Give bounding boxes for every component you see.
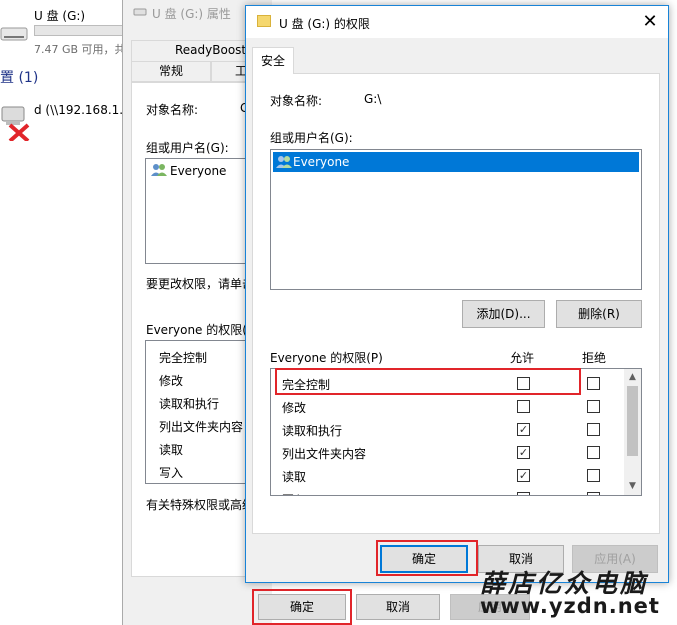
- permission-name: 写入: [282, 491, 306, 495]
- highlight-ok: [376, 540, 478, 576]
- allow-checkbox[interactable]: ✓: [517, 423, 530, 436]
- watermark-url: www.yzdn.net: [480, 594, 660, 618]
- folder-icon: [257, 15, 271, 27]
- permissions-dialog-title: U 盘 (G:) 的权限: [279, 17, 370, 31]
- permission-row: 写入: [271, 487, 623, 495]
- permissions-dialog: U 盘 (G:) 的权限 ✕ 安全 对象名称: G:\ 组或用户名(G): Ev…: [245, 5, 669, 583]
- scroll-up-icon[interactable]: ▲: [624, 369, 641, 386]
- drive-usage-bar: [34, 25, 129, 36]
- deny-checkbox[interactable]: [587, 446, 600, 459]
- deny-checkbox[interactable]: [587, 400, 600, 413]
- scroll-down-icon[interactable]: ▼: [624, 478, 641, 495]
- permission-list-folder: 列出文件夹内容: [159, 420, 244, 434]
- groups-label: 组或用户名(G):: [146, 141, 229, 155]
- allow-checkbox[interactable]: [517, 492, 530, 495]
- permission-row: 修改: [271, 395, 623, 418]
- permission-row: 读取和执行 ✓: [271, 418, 623, 441]
- tab-general[interactable]: 常规: [131, 61, 211, 82]
- object-name-label: 对象名称:: [270, 94, 323, 108]
- deny-checkbox[interactable]: [587, 377, 600, 390]
- groups-list[interactable]: Everyone: [270, 149, 642, 290]
- change-permissions-hint: 要更改权限，请单击: [146, 277, 255, 291]
- allow-column-header: 允许: [510, 351, 535, 365]
- group-item-everyone[interactable]: Everyone: [273, 152, 639, 172]
- drive-icon: [133, 8, 147, 16]
- deny-checkbox[interactable]: [587, 423, 600, 436]
- remove-button[interactable]: 删除(R): [556, 300, 642, 328]
- network-locations-header[interactable]: 置 (1): [0, 67, 38, 87]
- permission-write: 写入: [159, 466, 184, 480]
- group-item-label: Everyone: [293, 155, 350, 169]
- properties-cancel-button[interactable]: 取消: [356, 594, 440, 620]
- permissions-label: Everyone 的权限(P): [270, 351, 383, 365]
- deny-checkbox[interactable]: [587, 492, 600, 495]
- users-icon: [151, 164, 167, 176]
- users-icon: [276, 156, 292, 168]
- drive-free-space: 7.47 GB 可用，共: [34, 43, 126, 56]
- permission-name: 读取: [282, 470, 307, 484]
- permission-modify: 修改: [159, 374, 184, 388]
- usb-drive-icon: [0, 27, 28, 41]
- scrollbar-thumb[interactable]: [627, 386, 638, 456]
- highlight-properties-ok: [252, 589, 352, 625]
- object-name-value: G:\: [364, 92, 382, 106]
- permission-full-control: 完全控制: [159, 351, 208, 365]
- permissions-label: Everyone 的权限(: [146, 323, 247, 337]
- highlight-full-control: [275, 368, 581, 395]
- permission-name: 修改: [282, 401, 307, 415]
- permission-name: 读取和执行: [282, 424, 343, 438]
- special-permissions-hint: 有关特殊权限或高级: [146, 498, 255, 512]
- permission-read-execute: 读取和执行: [159, 397, 220, 411]
- allow-checkbox[interactable]: ✓: [517, 469, 530, 482]
- close-icon[interactable]: ✕: [638, 11, 662, 33]
- network-drive-name[interactable]: d (\\192.168.1.1: [34, 103, 131, 117]
- groups-label: 组或用户名(G):: [270, 131, 353, 145]
- permission-row: 读取 ✓: [271, 464, 623, 487]
- object-name-label: 对象名称:: [146, 103, 199, 117]
- add-button[interactable]: 添加(D)...: [462, 300, 545, 328]
- tab-readyboost-label[interactable]: ReadyBoost: [175, 43, 246, 57]
- deny-checkbox[interactable]: [587, 469, 600, 482]
- drive-name[interactable]: U 盘 (G:): [34, 7, 85, 24]
- permission-name: 列出文件夹内容: [282, 447, 367, 461]
- properties-dialog-title: U 盘 (G:) 属性: [152, 7, 231, 21]
- group-item-everyone[interactable]: Everyone: [170, 164, 226, 178]
- permission-read: 读取: [159, 443, 184, 457]
- allow-checkbox[interactable]: [517, 400, 530, 413]
- allow-checkbox[interactable]: ✓: [517, 446, 530, 459]
- permission-row: 列出文件夹内容 ✓: [271, 441, 623, 464]
- disconnected-network-drive-icon: [1, 106, 30, 141]
- deny-column-header: 拒绝: [582, 351, 607, 365]
- tab-security[interactable]: 安全: [252, 47, 294, 74]
